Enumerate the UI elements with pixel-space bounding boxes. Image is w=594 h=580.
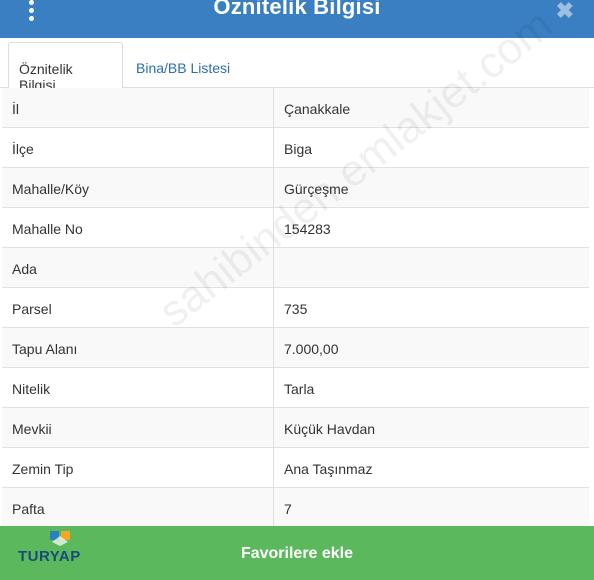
attribute-key: Mahalle/Köy — [2, 168, 274, 207]
attribute-key: Tapu Alanı — [2, 328, 274, 367]
table-row: Parsel 735 — [2, 288, 589, 328]
attribute-value — [274, 248, 589, 287]
dialog-title: Öznitelik Bilgisi — [213, 0, 381, 19]
attribute-key: Mahalle No — [2, 208, 274, 247]
dialog-header: Öznitelik Bilgisi ✖ — [0, 0, 594, 38]
attribute-value: Gürçeşme — [284, 181, 349, 197]
tab-building-list[interactable]: Bina/BB Listesi — [126, 42, 240, 89]
tab-attribute-info[interactable]: Öznitelik Bilgisi — [8, 42, 123, 93]
logo-text: TURYAP — [18, 548, 81, 565]
attribute-key: Nitelik — [2, 368, 274, 407]
footer-bar: Favorilere ekle TURYAP — [0, 526, 594, 580]
attribute-key: İlçe — [2, 128, 274, 167]
table-row: Tapu Alanı 7.000,00 — [2, 328, 589, 368]
table-row: Zemin Tip Ana Taşınmaz — [2, 448, 589, 488]
attribute-table: İl Çanakkale İlçe Biga Mahalle/Köy Gürçe… — [2, 88, 589, 528]
attribute-value: 735 — [284, 301, 308, 317]
close-icon[interactable]: ✖ — [556, 0, 574, 24]
tab-bar: Öznitelik Bilgisi Bina/BB Listesi — [0, 38, 594, 93]
table-row: İlçe Biga — [2, 128, 589, 168]
attribute-value: Çanakkale — [284, 101, 351, 117]
attribute-value: 7 — [284, 501, 292, 517]
table-row: Pafta 7 — [2, 488, 589, 528]
attribute-key: İl — [2, 88, 274, 127]
handshake-icon — [50, 531, 70, 546]
attribute-key: Zemin Tip — [2, 448, 274, 487]
attribute-key: Ada — [2, 248, 274, 287]
table-row: Mahalle No 154283 — [2, 208, 589, 248]
table-row: Nitelik Tarla — [2, 368, 589, 408]
attribute-panel: Öznitelik Bilgisi Bina/BB Listesi İl Çan… — [0, 0, 594, 528]
attribute-value: Biga — [284, 141, 313, 157]
attribute-key: Mevkii — [2, 408, 274, 447]
attribute-value: Tarla — [284, 381, 315, 397]
table-row: Mahalle/Köy Gürçeşme — [2, 168, 589, 208]
table-row: İl Çanakkale — [2, 88, 589, 128]
attribute-key: Pafta — [2, 488, 274, 527]
table-row: Ada — [2, 248, 589, 288]
attribute-value: Küçük Havdan — [284, 421, 376, 437]
attribute-key: Parsel — [2, 288, 274, 327]
attribute-value: 7.000,00 — [284, 341, 339, 357]
turyap-logo: TURYAP — [18, 526, 98, 578]
attribute-value: 154283 — [284, 221, 331, 237]
table-row: Mevkii Küçük Havdan — [2, 408, 589, 448]
attribute-value: Ana Taşınmaz — [284, 461, 373, 477]
